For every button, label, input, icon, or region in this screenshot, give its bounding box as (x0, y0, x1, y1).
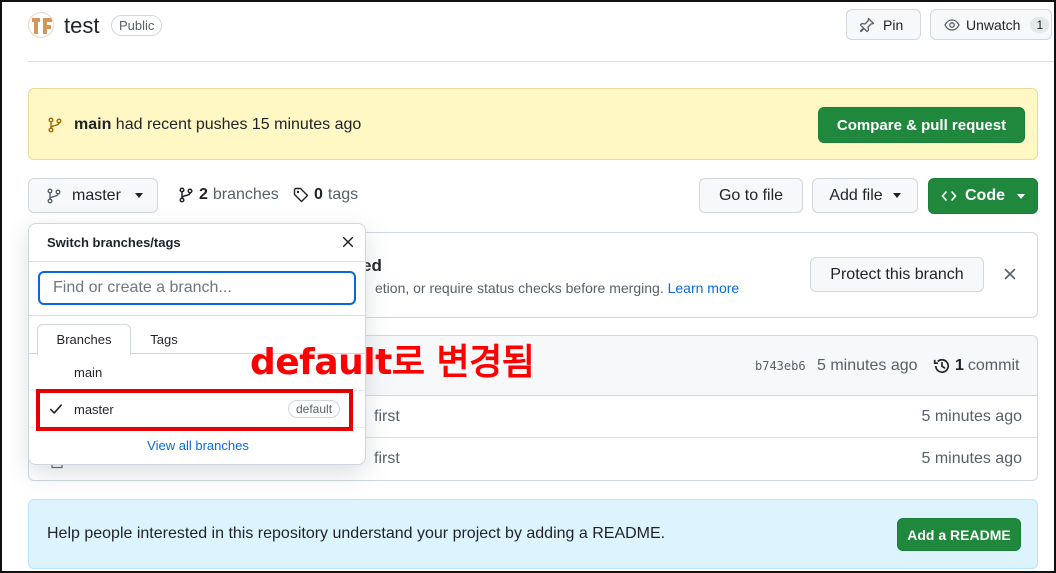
repo-avatar[interactable] (28, 12, 54, 38)
avatar-identicon-icon (32, 18, 52, 34)
recent-pushes-banner: main had recent pushes 15 minutes ago Co… (28, 88, 1038, 160)
branch-search-input[interactable] (38, 271, 356, 305)
repo-name-link[interactable]: test (64, 13, 99, 39)
chevron-down-icon (134, 193, 143, 198)
protect-banner-description: etion, or require status checks before m… (375, 280, 739, 296)
chevron-down-icon (892, 193, 901, 198)
unwatch-label: Unwatch (966, 16, 1021, 33)
branch-select-button[interactable]: master (28, 178, 158, 213)
file-commit-message[interactable]: first (374, 450, 400, 468)
tag-count: 0 (314, 186, 323, 203)
branches-word: branches (212, 186, 279, 203)
code-label: Code (965, 187, 1005, 204)
branch-search-wrap (29, 262, 365, 316)
close-icon[interactable] (1002, 266, 1018, 282)
dropdown-header: Switch branches/tags (29, 224, 365, 262)
pin-button[interactable]: Pin (846, 9, 921, 40)
commit-word: commit (967, 357, 1020, 374)
code-icon (941, 191, 957, 201)
compare-pull-request-button[interactable]: Compare & pull request (818, 107, 1025, 143)
git-branch-icon (179, 187, 193, 203)
pin-label: Pin (883, 16, 904, 33)
readme-banner-text: Help people interested in this repositor… (47, 525, 666, 542)
history-icon (933, 358, 950, 373)
learn-more-link[interactable]: Learn more (668, 280, 740, 296)
add-readme-button[interactable]: Add a README (897, 518, 1021, 551)
recent-pushes-text: main had recent pushes 15 minutes ago (74, 116, 361, 134)
branch-count: 2 (199, 186, 208, 203)
go-to-file-button[interactable]: Go to file (699, 178, 803, 213)
tab-tags[interactable]: Tags (133, 324, 195, 355)
tags-word: tags (327, 186, 359, 203)
tag-icon (293, 187, 309, 203)
annotation-highlight-box (36, 389, 353, 431)
code-button[interactable]: Code (928, 178, 1038, 214)
visibility-badge: Public (111, 15, 163, 36)
readme-banner: Help people interested in this repositor… (28, 499, 1038, 569)
tab-branches[interactable]: Branches (37, 324, 131, 355)
recent-push-branch[interactable]: main (74, 116, 111, 133)
protect-desc-text: etion, or require status checks before m… (375, 280, 664, 296)
commit-time: 5 minutes ago (817, 357, 918, 374)
watch-count: 1 (1030, 16, 1050, 33)
repo-header: test Public Pin Unwatch 1 (0, 0, 1056, 60)
view-all-branches-link[interactable]: View all branches (29, 438, 365, 453)
unwatch-button[interactable]: Unwatch 1 (930, 9, 1052, 40)
annotation-text: default로 변경됨 (250, 342, 535, 383)
current-branch-label: master (72, 186, 121, 204)
eye-icon (944, 18, 960, 31)
add-file-label: Add file (829, 186, 883, 204)
branch-item-label: main (74, 365, 103, 380)
file-commit-message[interactable]: first (374, 408, 400, 426)
file-commit-age: 5 minutes ago (921, 408, 1022, 425)
dropdown-title: Switch branches/tags (47, 235, 181, 250)
commit-history-link[interactable]: 1 commit (933, 357, 1019, 375)
file-commit-age: 5 minutes ago (921, 450, 1022, 467)
git-branch-icon (48, 117, 62, 133)
commit-sha-link[interactable]: b743eb6 (755, 359, 806, 373)
chevron-down-icon (1017, 193, 1025, 199)
git-branch-icon (47, 188, 61, 203)
close-icon[interactable] (341, 235, 355, 249)
add-file-button[interactable]: Add file (812, 178, 918, 213)
pin-icon (859, 17, 875, 32)
protect-this-branch-button[interactable]: Protect this branch (810, 257, 984, 292)
header-divider (28, 61, 1056, 62)
recent-push-message: had recent pushes 15 minutes ago (115, 116, 362, 133)
branches-link[interactable]: 2 branches (178, 186, 279, 204)
tags-link[interactable]: 0 tags (293, 186, 358, 204)
commit-count: 1 (955, 357, 964, 374)
